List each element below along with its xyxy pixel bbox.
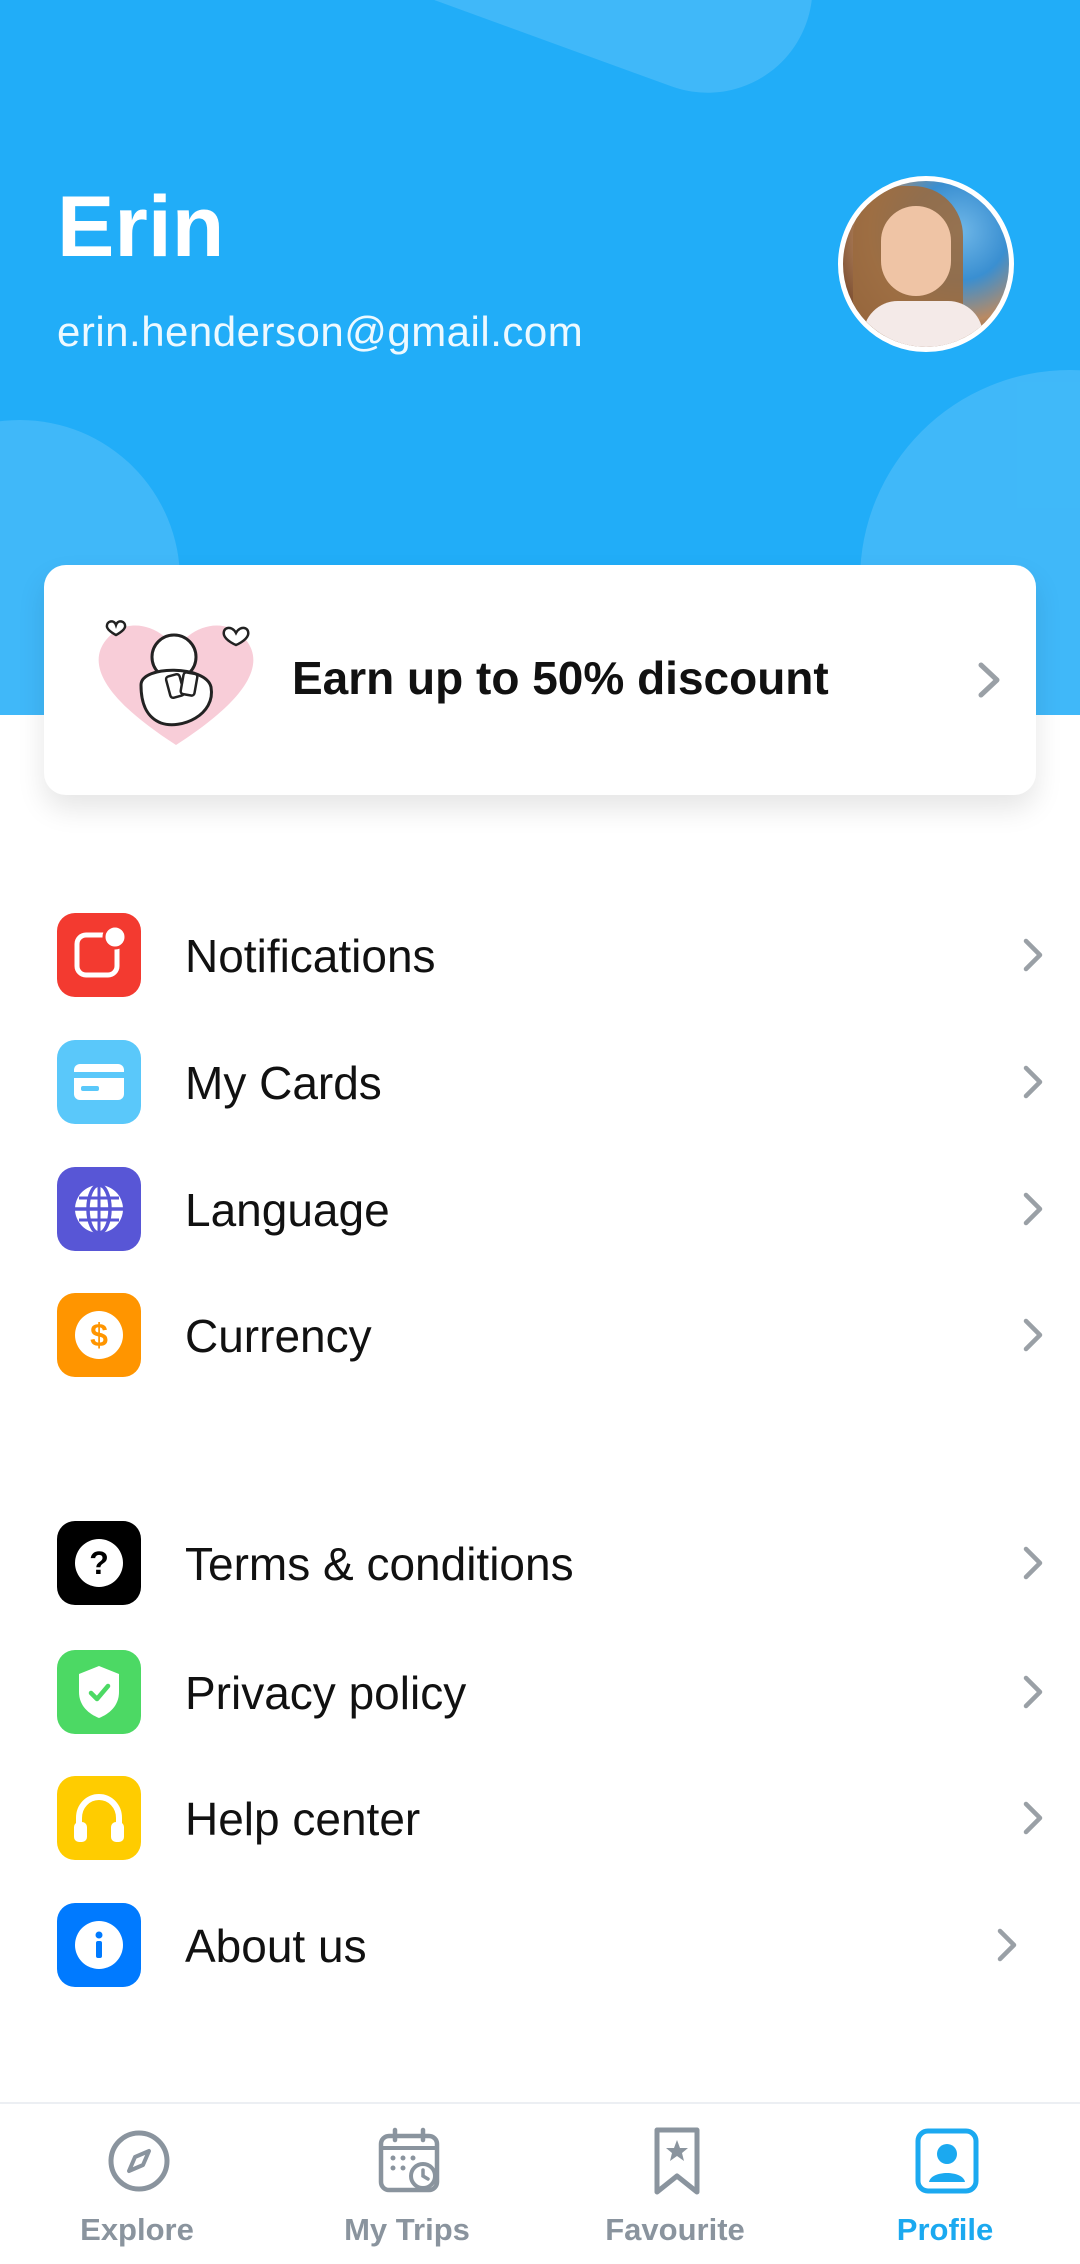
decorative-blob (337, 0, 843, 123)
bottom-tab-bar: Explore My Trips Favourite Profile (0, 2102, 1080, 2264)
tab-profile[interactable]: Profile (810, 2104, 1080, 2264)
globe-icon (57, 1167, 141, 1251)
compass-icon (108, 2130, 170, 2192)
user-name: Erin (57, 179, 225, 275)
menu-item-my-cards[interactable]: My Cards (0, 1040, 1080, 1150)
bookmark-icon (654, 2127, 700, 2195)
tab-label: My Trips (344, 2212, 470, 2247)
chevron-right-icon (1023, 1546, 1043, 1580)
promo-label: Earn up to 50% discount (292, 652, 829, 704)
menu-label: About us (185, 1920, 367, 1972)
menu-label: Terms & conditions (185, 1538, 574, 1590)
profile-icon (915, 2128, 979, 2194)
menu-label: Privacy policy (185, 1667, 467, 1719)
menu-label: Notifications (185, 930, 436, 982)
menu-label: Help center (185, 1793, 421, 1845)
calendar-icon (378, 2127, 440, 2193)
chevron-right-icon (1023, 1318, 1043, 1352)
chevron-right-icon (1023, 1675, 1043, 1709)
card-icon (57, 1040, 141, 1124)
svg-text:?: ? (89, 1545, 109, 1581)
chevron-right-icon (1023, 938, 1043, 972)
menu-item-notifications[interactable]: Notifications (0, 913, 1080, 1023)
tab-explore[interactable]: Explore (2, 2104, 272, 2264)
svg-text:$: $ (90, 1317, 108, 1353)
tab-label: Favourite (605, 2212, 745, 2247)
menu-label: My Cards (185, 1057, 382, 1109)
tab-label: Profile (896, 2212, 994, 2247)
chevron-right-icon (1023, 1065, 1043, 1099)
tab-my-trips[interactable]: My Trips (272, 2104, 542, 2264)
question-icon: ? (57, 1521, 141, 1605)
menu-item-terms[interactable]: ? Terms & conditions (0, 1521, 1080, 1631)
user-email: erin.henderson@gmail.com (57, 308, 584, 355)
menu-item-currency[interactable]: $ Currency (0, 1293, 1080, 1403)
info-icon (57, 1903, 141, 1987)
menu-item-language[interactable]: Language (0, 1167, 1080, 1277)
chevron-right-icon (978, 662, 1000, 698)
headphones-icon (57, 1776, 141, 1860)
menu-item-help-center[interactable]: Help center (0, 1776, 1080, 1886)
dollar-icon: $ (57, 1293, 141, 1377)
notification-icon (57, 913, 141, 997)
chevron-right-icon (997, 1928, 1017, 1962)
menu-label: Currency (185, 1310, 372, 1362)
avatar[interactable] (838, 176, 1014, 352)
chevron-right-icon (1023, 1801, 1043, 1835)
tab-favourite[interactable]: Favourite (540, 2104, 810, 2264)
tab-label: Explore (80, 2212, 194, 2247)
menu-label: Language (185, 1184, 390, 1236)
menu-item-privacy-policy[interactable]: Privacy policy (0, 1650, 1080, 1760)
chevron-right-icon (1023, 1192, 1043, 1226)
menu-item-about-us[interactable]: About us (0, 1903, 1080, 2013)
discount-promo-card[interactable]: Earn up to 50% discount (44, 565, 1036, 795)
shield-icon (57, 1650, 141, 1734)
heart-illustration-icon (98, 620, 254, 745)
